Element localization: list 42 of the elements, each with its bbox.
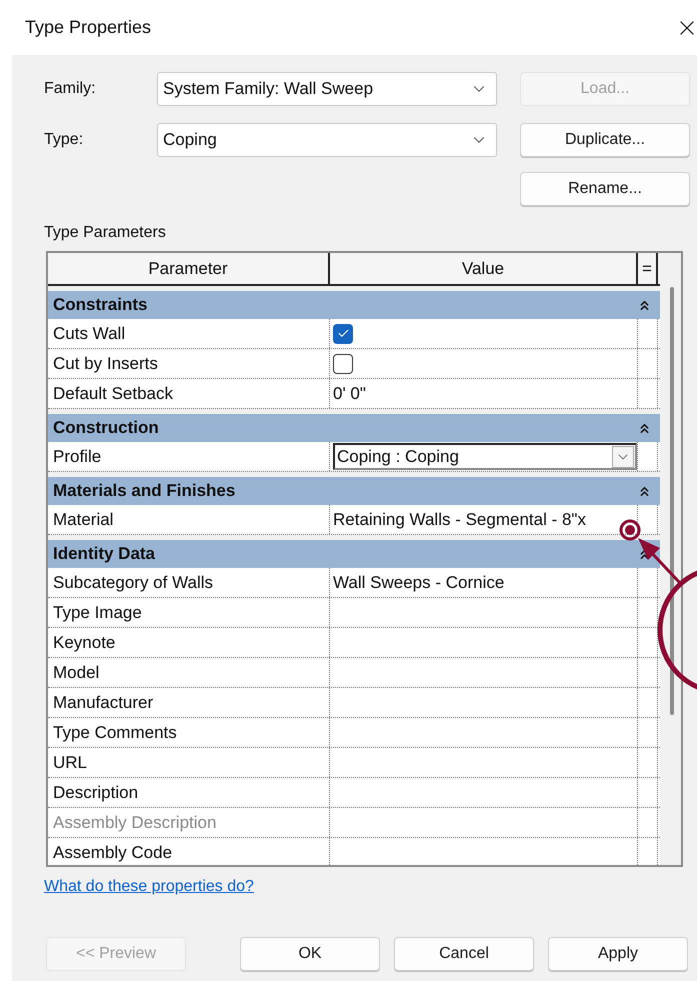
- parameter-name: Assembly Code: [52, 842, 172, 864]
- parameter-name: Subcategory of Walls: [52, 572, 213, 594]
- parameter-name: Description: [52, 782, 138, 804]
- profile-dropdown[interactable]: Coping : Coping: [333, 443, 637, 470]
- column-header[interactable]: =: [638, 253, 658, 284]
- checkbox[interactable]: [333, 354, 353, 374]
- dialog-button[interactable]: Apply: [548, 937, 688, 971]
- type-select[interactable]: Coping: [157, 123, 497, 157]
- column-header[interactable]: Parameter: [48, 253, 330, 284]
- value-cell-text: Wall Sweeps - Cornice: [333, 572, 504, 594]
- group-header[interactable]: Materials and Finishes: [48, 477, 660, 505]
- group-header[interactable]: Construction: [48, 414, 660, 442]
- parameter-name: Manufacturer: [52, 692, 154, 714]
- field-label: Family:: [44, 79, 97, 99]
- dialog-button[interactable]: Cancel: [394, 937, 534, 971]
- family-select[interactable]: System Family: Wall Sweep: [157, 72, 497, 106]
- parameter-name: Model: [52, 662, 100, 684]
- parameter-name: Cuts Wall: [52, 322, 126, 345]
- parameter-name: Profile: [52, 446, 102, 468]
- value-cell-text: 0' 0": [333, 382, 366, 405]
- parameter-name: URL: [52, 752, 88, 774]
- window-title: Type Properties: [25, 16, 152, 39]
- parameter-name: Default Setback: [52, 382, 174, 405]
- group-header[interactable]: Identity Data: [48, 540, 660, 568]
- parameter-name: Material: [52, 508, 114, 531]
- field-label: Type:: [44, 130, 84, 150]
- dropdown-arrow-button[interactable]: [612, 446, 634, 468]
- parameter-name: Cut by Inserts: [52, 352, 158, 375]
- parameter-name: Type Image: [52, 602, 142, 624]
- section-label: Type Parameters: [44, 223, 166, 243]
- dialog-button[interactable]: Duplicate...: [520, 123, 690, 157]
- parameter-name: Keynote: [52, 632, 116, 654]
- checkbox[interactable]: [333, 324, 353, 344]
- column-header[interactable]: Value: [330, 253, 638, 284]
- help-link[interactable]: What do these properties do?: [44, 875, 254, 899]
- group-header[interactable]: Constraints: [48, 291, 660, 319]
- parameter-name: Assembly Description: [52, 812, 216, 834]
- dialog-button[interactable]: OK: [240, 937, 380, 971]
- value-cell-text: Retaining Walls - Segmental - 8"x: [333, 508, 586, 531]
- parameter-name: Type Comments: [52, 722, 177, 744]
- dialog-button[interactable]: Rename...: [520, 172, 690, 206]
- scrollbar-thumb[interactable]: [670, 287, 674, 715]
